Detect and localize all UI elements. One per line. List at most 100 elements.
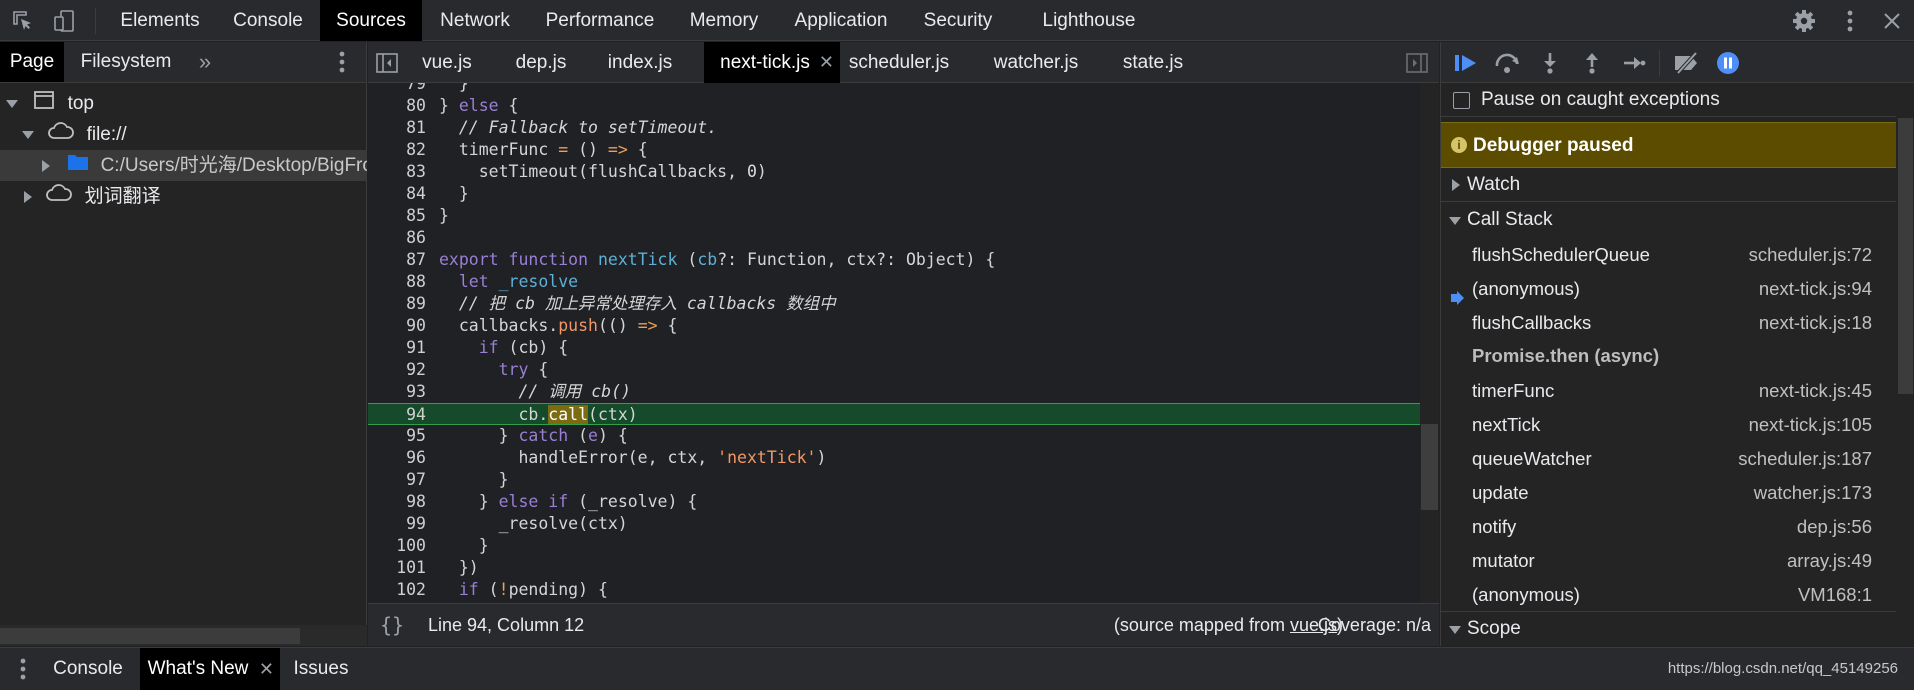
frame-location[interactable]: dep.js:56 — [1797, 510, 1872, 544]
more-tabs-chevron-icon[interactable]: » — [190, 42, 220, 82]
code-line: 90 callbacks.push(() => { — [368, 315, 1420, 337]
drawer-tab-console[interactable]: Console — [46, 648, 130, 690]
code-line: 91 if (cb) { — [368, 337, 1420, 359]
expand-arrow-icon — [1449, 217, 1461, 225]
coverage-status: Coverage: n/a — [1317, 615, 1431, 635]
call-frame[interactable]: (anonymous) VM168:1 — [1441, 578, 1896, 612]
frame-location[interactable]: next-tick.js:94 — [1759, 272, 1872, 306]
more-options-icon[interactable] — [1830, 0, 1870, 41]
frame-function: notify — [1472, 516, 1517, 537]
close-devtools-icon[interactable] — [1872, 0, 1912, 41]
code-line: 85} — [368, 205, 1420, 227]
tree-item-top[interactable]: top — [0, 88, 367, 119]
deactivate-breakpoints-icon[interactable] — [1669, 48, 1705, 78]
tab-console[interactable]: Console — [218, 0, 318, 41]
call-frame[interactable]: timerFunc next-tick.js:45 — [1441, 374, 1896, 408]
pause-caught-row[interactable]: Pause on caught exceptions — [1441, 83, 1896, 117]
pause-on-exceptions-icon[interactable] — [1713, 48, 1743, 78]
watch-section-header[interactable]: Watch — [1441, 168, 1896, 202]
code-line: 82 timerFunc = () => { — [368, 139, 1420, 161]
frame-location[interactable]: VM168:1 — [1798, 578, 1872, 612]
step-into-icon[interactable] — [1535, 48, 1565, 78]
navigator-menu-icon[interactable] — [328, 42, 356, 82]
frame-location[interactable]: scheduler.js:187 — [1738, 442, 1872, 476]
tab-memory[interactable]: Memory — [676, 0, 772, 41]
call-frame[interactable]: mutator array.js:49 — [1441, 544, 1896, 578]
file-tab-index-js[interactable]: index.js — [600, 42, 680, 83]
expand-arrow-icon — [1449, 626, 1461, 634]
call-frame[interactable]: flushSchedulerQueue scheduler.js:72 — [1441, 238, 1896, 272]
tree-item-file-origin[interactable]: file:// — [0, 119, 367, 150]
drawer-tab-issues[interactable]: Issues — [290, 648, 352, 690]
pause-caught-checkbox[interactable] — [1453, 92, 1470, 109]
toolbar-divider — [1659, 50, 1660, 76]
scrollbar-thumb[interactable] — [1898, 118, 1913, 394]
info-icon: i — [1451, 137, 1467, 153]
drawer-menu-icon[interactable] — [8, 648, 38, 690]
tree-item-extension[interactable]: 划词翻译 — [0, 181, 367, 212]
toggle-navigator-icon[interactable] — [368, 42, 406, 83]
code-line: 101 }) — [368, 557, 1420, 579]
call-stack-section-header[interactable]: Call Stack — [1441, 203, 1896, 237]
scrollbar-thumb[interactable] — [0, 628, 300, 644]
call-frame[interactable]: nextTick next-tick.js:105 — [1441, 408, 1896, 442]
code-line: 81 // Fallback to setTimeout. — [368, 117, 1420, 139]
call-frame[interactable]: notify dep.js:56 — [1441, 510, 1896, 544]
debugger-paused-banner: i Debugger paused — [1441, 122, 1896, 168]
file-tab-watcher-js[interactable]: watcher.js — [992, 42, 1080, 83]
tab-application[interactable]: Application — [778, 0, 904, 41]
call-frame-selected[interactable]: (anonymous) next-tick.js:94 — [1441, 272, 1896, 306]
code-editor[interactable]: 79 } 80} else { 81 // Fallback to setTim… — [368, 83, 1420, 603]
file-tab-dep-js[interactable]: dep.js — [508, 42, 574, 83]
close-tab-icon[interactable]: ✕ — [259, 648, 274, 690]
code-text: if (!pending) { — [458, 580, 608, 599]
inspect-element-icon[interactable] — [4, 0, 42, 41]
debugger-sidebar: Pause on caught exceptions i Debugger pa… — [1440, 42, 1914, 646]
debugger-vertical-scrollbar[interactable] — [1896, 118, 1914, 646]
file-tab-next-tick-js[interactable]: next-tick.js ✕ — [704, 42, 840, 83]
file-tab-label: next-tick.js — [720, 52, 810, 73]
tab-filesystem[interactable]: Filesystem — [70, 42, 182, 82]
file-tab-vue-js[interactable]: vue.js — [412, 42, 482, 83]
editor-vertical-scrollbar[interactable] — [1420, 83, 1439, 603]
navigator-horizontal-scrollbar[interactable] — [0, 625, 367, 646]
frame-location[interactable]: scheduler.js:72 — [1749, 238, 1872, 272]
call-frame[interactable]: queueWatcher scheduler.js:187 — [1441, 442, 1896, 476]
frame-location[interactable]: next-tick.js:105 — [1749, 408, 1872, 442]
step-out-icon[interactable] — [1577, 48, 1607, 78]
settings-gear-icon[interactable] — [1784, 0, 1824, 41]
call-frame[interactable]: flushCallbacks next-tick.js:18 — [1441, 306, 1896, 340]
tab-security[interactable]: Security — [910, 0, 1006, 41]
line-number: 91 — [406, 338, 426, 357]
drawer-tab-whats-new[interactable]: What's New ✕ — [140, 648, 280, 690]
tab-lighthouse[interactable]: Lighthouse — [1030, 0, 1148, 41]
line-number: 86 — [406, 228, 426, 247]
frame-location[interactable]: watcher.js:173 — [1754, 476, 1872, 510]
device-toolbar-icon[interactable] — [46, 0, 84, 41]
scope-section-header[interactable]: Scope — [1441, 611, 1896, 645]
step-over-icon[interactable] — [1493, 48, 1523, 78]
frame-location[interactable]: array.js:49 — [1787, 544, 1872, 578]
file-tab-state-js[interactable]: state.js — [1116, 42, 1190, 83]
file-tab-scheduler-js[interactable]: scheduler.js — [846, 42, 952, 83]
scrollbar-thumb[interactable] — [1421, 424, 1438, 510]
step-icon[interactable] — [1619, 48, 1649, 78]
tree-item-folder[interactable]: C:/Users/时光海/Desktop/BigFron — [0, 150, 367, 181]
toggle-debugger-icon[interactable] — [1400, 42, 1434, 83]
code-line: 97 } — [368, 469, 1420, 491]
frame-location[interactable]: next-tick.js:45 — [1759, 374, 1872, 408]
tab-performance[interactable]: Performance — [530, 0, 670, 41]
close-tab-icon[interactable]: ✕ — [819, 42, 834, 83]
resume-icon[interactable] — [1451, 48, 1481, 78]
code-text: } else if (_resolve) { — [439, 492, 698, 511]
code-line: 86 — [368, 227, 1420, 249]
code-comment: // Fallback to setTimeout. — [439, 118, 718, 137]
tab-elements[interactable]: Elements — [106, 0, 214, 41]
tab-page[interactable]: Page — [0, 42, 64, 82]
frame-location[interactable]: next-tick.js:18 — [1759, 306, 1872, 340]
call-stack-title: Call Stack — [1467, 209, 1553, 230]
pretty-print-icon[interactable]: {} — [380, 604, 404, 646]
call-frame[interactable]: update watcher.js:173 — [1441, 476, 1896, 510]
tab-sources[interactable]: Sources — [320, 0, 422, 41]
tab-network[interactable]: Network — [424, 0, 526, 41]
